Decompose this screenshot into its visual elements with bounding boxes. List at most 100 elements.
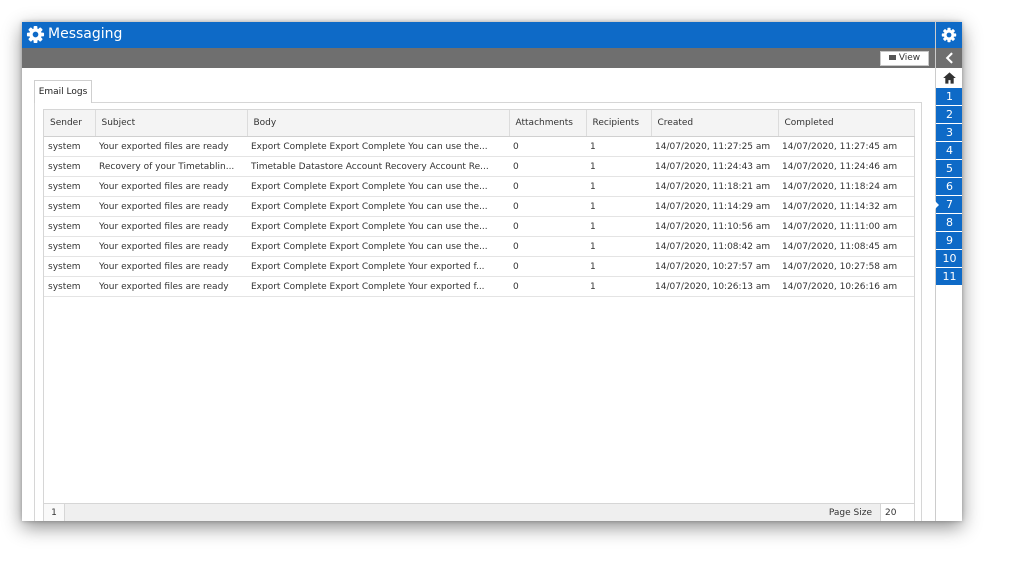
title-bar: Messaging <box>22 22 935 48</box>
cell-created: 14/07/2020, 10:27:57 am <box>651 256 778 277</box>
cell-sender: system <box>44 196 95 217</box>
view-label: View <box>898 53 921 63</box>
cell-subject: Your exported files are ready <box>95 256 247 277</box>
cell-subject: Your exported files are ready <box>95 136 247 157</box>
cell-sender: system <box>44 136 95 157</box>
cell-recipients: 1 <box>586 256 651 277</box>
cell-attachments: 0 <box>509 256 586 277</box>
page-number-button[interactable]: 1 <box>44 504 65 521</box>
email-logs-grid: Sender Subject Body Attachments Recipien… <box>43 109 915 521</box>
table-row[interactable]: system Your exported files are ready Expor… <box>44 196 914 217</box>
cell-body: Export Complete Export Complete You can … <box>247 236 509 257</box>
cell-subject: Your exported files are ready <box>95 236 247 257</box>
chevron-left-icon <box>945 52 953 64</box>
sidebar-item-2[interactable]: 2 <box>936 106 962 124</box>
sidebar-item-6[interactable]: 6 <box>936 178 962 196</box>
table-row[interactable]: system Your exported files are ready Expor… <box>44 256 914 277</box>
sidebar-item-11[interactable]: 11 <box>936 268 962 286</box>
cell-recipients: 1 <box>586 216 651 237</box>
cell-attachments: 0 <box>509 156 586 177</box>
cell-body: Export Complete Export Complete Your exp… <box>247 276 509 297</box>
cell-created: 14/07/2020, 11:14:29 am <box>651 196 778 217</box>
back-button[interactable] <box>936 48 962 68</box>
cell-completed: 14/07/2020, 11:14:32 am <box>778 196 914 217</box>
sidebar-item-5[interactable]: 5 <box>936 160 962 178</box>
app-title: Messaging <box>48 26 123 42</box>
cell-recipients: 1 <box>586 276 651 297</box>
cell-attachments: 0 <box>509 216 586 237</box>
home-icon <box>943 72 956 84</box>
cell-sender: system <box>44 176 95 197</box>
tab-email-logs[interactable]: Email Logs <box>34 80 92 103</box>
active-indicator <box>935 201 939 209</box>
table-row[interactable]: system Your exported files are ready Expor… <box>44 216 914 237</box>
cell-created: 14/07/2020, 11:24:43 am <box>651 156 778 177</box>
table-row[interactable]: system Recovery of your Timetablin... Time… <box>44 156 914 177</box>
column-header-completed[interactable]: Completed <box>778 110 915 137</box>
view-icon <box>888 55 896 60</box>
column-header-created[interactable]: Created <box>651 110 779 137</box>
table-header: Sender Subject Body Attachments Recipien… <box>44 110 915 137</box>
sidebar-item-9[interactable]: 9 <box>936 232 962 250</box>
cell-created: 14/07/2020, 11:18:21 am <box>651 176 778 197</box>
sidebar-item-10[interactable]: 10 <box>936 250 962 268</box>
sidebar-item-4[interactable]: 4 <box>936 142 962 160</box>
cell-recipients: 1 <box>586 156 651 177</box>
sidebar-item-7[interactable]: 7 <box>935 196 962 214</box>
main-content: Email Logs Sender Subject Body Attachmen… <box>22 68 935 521</box>
column-header-attachments[interactable]: Attachments <box>509 110 587 137</box>
cell-subject: Recovery of your Timetablin... <box>95 156 247 177</box>
column-header-recipients[interactable]: Recipients <box>586 110 652 137</box>
sidebar-item-1[interactable]: 1 <box>936 88 962 106</box>
cell-sender: system <box>44 236 95 257</box>
column-header-body[interactable]: Body <box>247 110 510 137</box>
cell-recipients: 1 <box>586 136 651 157</box>
cell-created: 14/07/2020, 11:27:25 am <box>651 136 778 157</box>
cell-completed: 14/07/2020, 11:27:45 am <box>778 136 914 157</box>
gear-icon <box>26 25 45 44</box>
settings-button[interactable] <box>936 22 962 48</box>
table-row[interactable]: system Your exported files are ready Expor… <box>44 136 914 157</box>
cell-attachments: 0 <box>509 176 586 197</box>
cell-sender: system <box>44 156 95 177</box>
cell-recipients: 1 <box>586 236 651 257</box>
pager: 1 Page Size 20 <box>44 503 914 521</box>
cell-created: 14/07/2020, 10:26:13 am <box>651 276 778 297</box>
cell-sender: system <box>44 276 95 297</box>
cell-sender: system <box>44 216 95 237</box>
cell-completed: 14/07/2020, 10:26:16 am <box>778 276 914 297</box>
cell-attachments: 0 <box>509 196 586 217</box>
cell-body: Export Complete Export Complete You can … <box>247 196 509 217</box>
sidebar-item-8[interactable]: 8 <box>936 214 962 232</box>
cell-created: 14/07/2020, 11:08:42 am <box>651 236 778 257</box>
cell-attachments: 0 <box>509 236 586 257</box>
cell-attachments: 0 <box>509 136 586 157</box>
cell-sender: system <box>44 256 95 277</box>
email-logs-table: Sender Subject Body Attachments Recipien… <box>44 110 915 297</box>
home-button[interactable] <box>936 68 962 88</box>
right-sidebar: 1 2 3 4 5 6 7 8 9 10 11 <box>935 22 962 521</box>
table-row[interactable]: system Your exported files are ready Expor… <box>44 276 914 297</box>
view-button[interactable]: View <box>880 51 929 66</box>
cell-completed: 14/07/2020, 11:11:00 am <box>778 216 914 237</box>
sidebar-item-7-label: 7 <box>946 198 953 211</box>
page-size-label: Page Size <box>828 508 872 518</box>
table-row[interactable]: system Your exported files are ready Expor… <box>44 236 914 257</box>
cell-completed: 14/07/2020, 11:18:24 am <box>778 176 914 197</box>
sidebar-item-3[interactable]: 3 <box>936 124 962 142</box>
cell-recipients: 1 <box>586 196 651 217</box>
page-size-select[interactable]: 20 <box>880 504 914 521</box>
cell-subject: Your exported files are ready <box>95 276 247 297</box>
table-row[interactable]: system Your exported files are ready Expor… <box>44 176 914 197</box>
cell-subject: Your exported files are ready <box>95 196 247 217</box>
cell-body: Export Complete Export Complete Your exp… <box>247 256 509 277</box>
cell-completed: 14/07/2020, 11:24:46 am <box>778 156 914 177</box>
column-header-subject[interactable]: Subject <box>95 110 248 137</box>
cell-body: Export Complete Export Complete You can … <box>247 136 509 157</box>
cell-body: Export Complete Export Complete You can … <box>247 176 509 197</box>
cell-body: Export Complete Export Complete You can … <box>247 216 509 237</box>
cell-created: 14/07/2020, 11:10:56 am <box>651 216 778 237</box>
column-header-sender[interactable]: Sender <box>44 110 96 137</box>
cell-subject: Your exported files are ready <box>95 216 247 237</box>
cell-completed: 14/07/2020, 10:27:58 am <box>778 256 914 277</box>
